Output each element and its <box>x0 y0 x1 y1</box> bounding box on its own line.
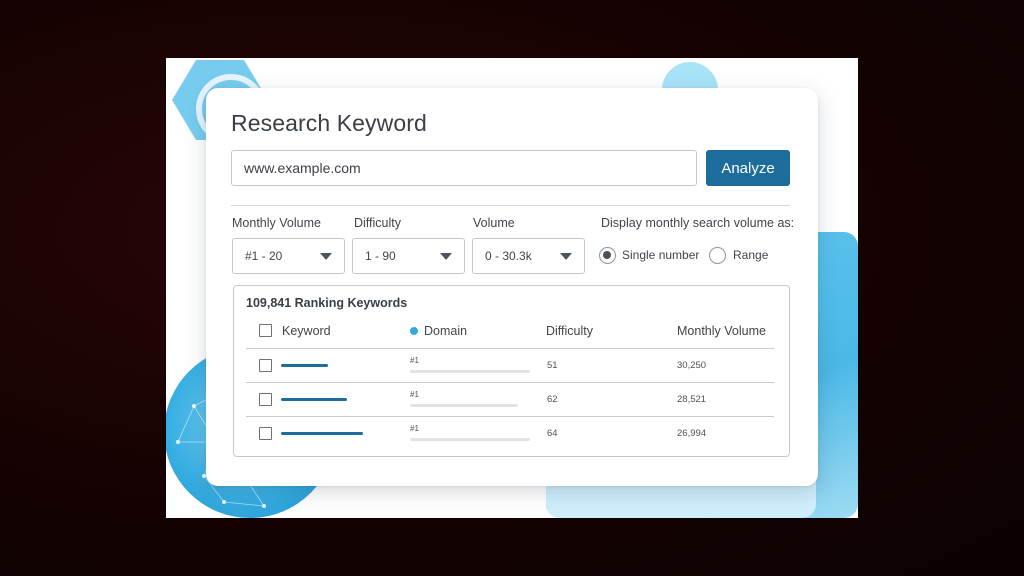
difficulty-label: Difficulty <box>354 216 402 230</box>
column-header-keyword: Keyword <box>282 324 331 338</box>
column-header-domain: Domain <box>424 324 468 338</box>
keyword-placeholder-bar <box>281 364 328 367</box>
domain-search-input[interactable] <box>231 150 697 186</box>
monthly-volume-cell: 28,521 <box>677 394 707 405</box>
volume-select[interactable]: 0 - 30.3k <box>472 238 585 274</box>
difficulty-cell: 62 <box>547 394 558 405</box>
domain-bar <box>410 404 518 407</box>
domain-bar <box>410 370 530 373</box>
row-checkbox[interactable] <box>259 427 272 440</box>
volume-label: Volume <box>473 216 515 230</box>
results-table: 109,841 Ranking Keywords Keyword Domain … <box>233 285 790 457</box>
domain-rank: #1 <box>410 390 419 399</box>
display-mode-label: Display monthly search volume as: <box>601 216 795 230</box>
range-radio[interactable] <box>709 247 726 264</box>
range-label: Range <box>733 248 769 262</box>
column-header-monthly-volume: Monthly Volume <box>677 324 766 338</box>
single-number-label: Single number <box>622 248 700 262</box>
keyword-placeholder-bar <box>281 432 363 435</box>
select-all-checkbox[interactable] <box>259 324 272 337</box>
row-checkbox[interactable] <box>259 393 272 406</box>
monthly-volume-select[interactable]: #1 - 20 <box>232 238 345 274</box>
difficulty-value: 1 - 90 <box>365 249 396 263</box>
monthly-volume-value: #1 - 20 <box>245 249 283 263</box>
chevron-down-icon <box>320 253 332 260</box>
monthly-volume-cell: 30,250 <box>677 360 707 371</box>
keyword-research-card: Research Keyword Analyze Monthly Volume … <box>206 88 818 486</box>
chevron-down-icon <box>440 253 452 260</box>
difficulty-select[interactable]: 1 - 90 <box>352 238 465 274</box>
monthly-volume-cell: 26,994 <box>677 428 707 439</box>
keyword-placeholder-bar <box>281 398 347 401</box>
chevron-down-icon <box>560 253 572 260</box>
divider <box>246 382 774 383</box>
domain-rank: #1 <box>410 356 419 365</box>
results-count: 109,841 Ranking Keywords <box>246 296 408 310</box>
difficulty-cell: 51 <box>547 360 558 371</box>
difficulty-cell: 64 <box>547 428 558 439</box>
divider <box>246 416 774 417</box>
divider <box>246 348 774 349</box>
illustration-frame: Research Keyword Analyze Monthly Volume … <box>166 58 858 518</box>
row-checkbox[interactable] <box>259 359 272 372</box>
domain-bar <box>410 438 530 441</box>
analyze-button[interactable]: Analyze <box>706 150 790 186</box>
single-number-radio[interactable] <box>599 247 616 264</box>
domain-dot-icon <box>410 327 418 335</box>
divider <box>231 205 790 206</box>
monthly-volume-label: Monthly Volume <box>232 216 321 230</box>
page-title: Research Keyword <box>231 110 427 136</box>
volume-value: 0 - 30.3k <box>485 249 532 263</box>
column-header-difficulty: Difficulty <box>546 324 594 338</box>
domain-rank: #1 <box>410 424 419 433</box>
